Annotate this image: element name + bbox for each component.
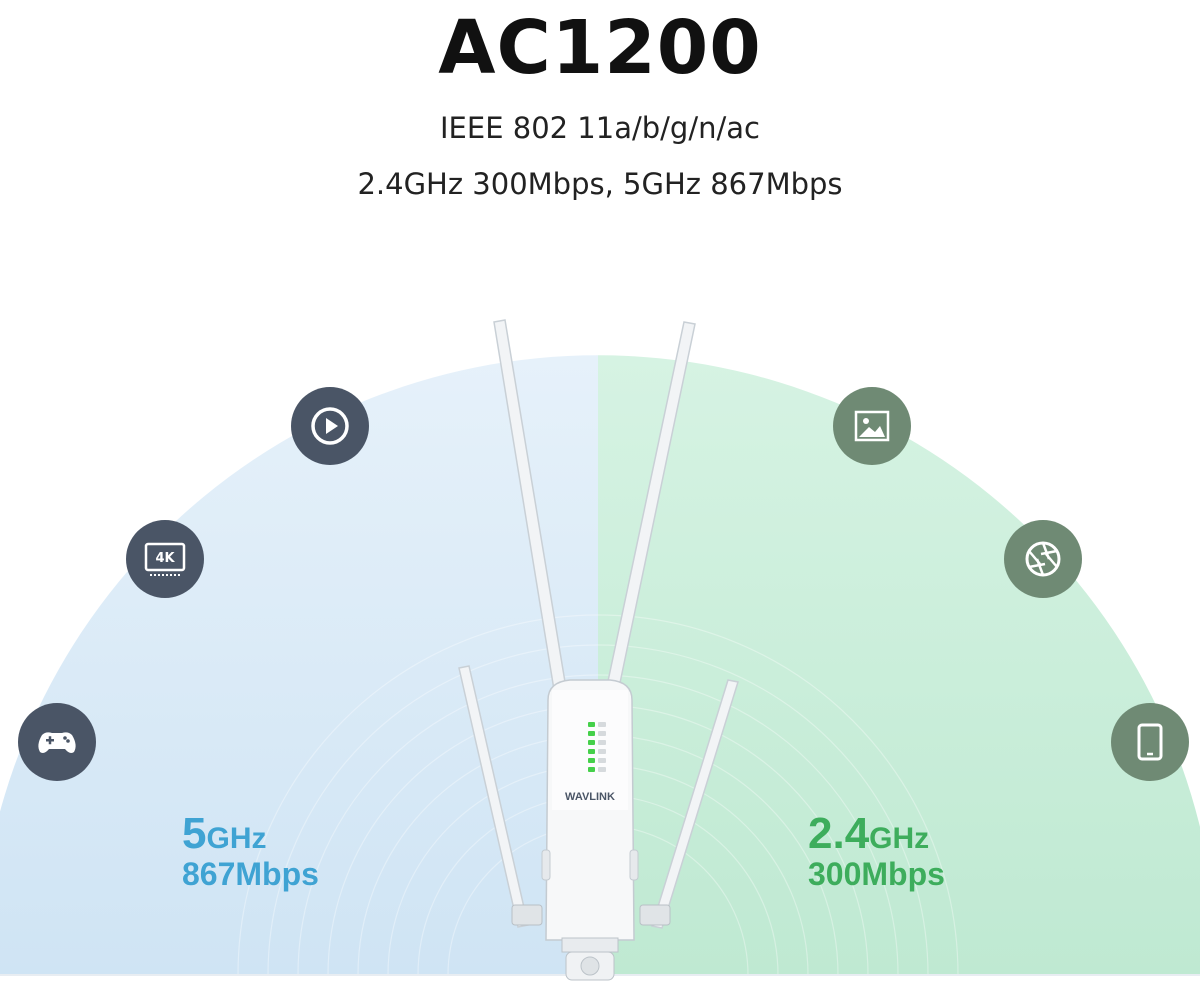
monitor-label: 4K <box>155 551 175 566</box>
aperture-icon <box>1004 520 1082 598</box>
product-banner: WAVLINK AC1200 IEEE 802 11a/b/g/n/ac 2.4… <box>0 0 1200 995</box>
band-24ghz-number: 2.4 <box>808 809 870 858</box>
page-title: AC1200 <box>438 5 762 91</box>
gamepad-icon <box>18 703 96 781</box>
band-5ghz-number: 5 <box>182 809 207 858</box>
band-5ghz-unit: GHz <box>206 822 267 855</box>
band-5ghz-label: 5GHz 867Mbps <box>182 809 319 892</box>
coverage-fan: WAVLINK <box>0 319 1200 995</box>
4k-monitor-icon: 4K <box>126 520 204 598</box>
band-5ghz-rate: 867Mbps <box>182 856 319 892</box>
play-icon <box>291 387 369 465</box>
speed-line: 2.4GHz 300Mbps, 5GHz 867Mbps <box>357 167 843 201</box>
band-24ghz-rate: 300Mbps <box>808 856 945 892</box>
brand-label: WAVLINK <box>565 791 615 803</box>
tablet-icon <box>1111 703 1189 781</box>
image-icon <box>833 387 911 465</box>
band-24ghz-unit: GHz <box>869 822 930 855</box>
band-24ghz-label: 2.4GHz 300Mbps <box>808 809 945 892</box>
standard-line: IEEE 802 11a/b/g/n/ac <box>440 111 760 145</box>
